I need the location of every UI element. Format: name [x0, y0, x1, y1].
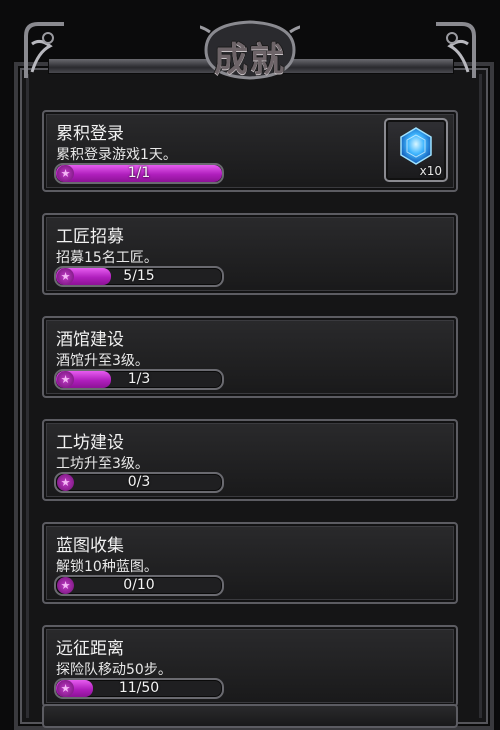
achievement-desc: 工坊升至3级。 [56, 456, 149, 472]
achievement-card-login[interactable]: 累积登录 累积登录游戏1天。 ★ 1/1 x10 [42, 110, 458, 192]
progress-text: 1/1 [127, 165, 151, 181]
progress-text: 1/3 [127, 371, 151, 387]
achievement-title: 工坊建设 [56, 433, 124, 453]
title-wrap: 成就 [200, 18, 300, 82]
achievement-title: 酒馆建设 [56, 330, 124, 350]
progress-bar: ★ 0/3 [54, 472, 224, 493]
achievement-title: 蓝图收集 [56, 536, 124, 556]
achievement-card-expedition[interactable]: 远征距离 探险队移动50步。 ★ 11/50 [42, 625, 458, 707]
achievement-title: 远征距离 [56, 639, 124, 659]
progress-bar: ★ 5/15 [54, 266, 224, 287]
achievement-card-recruit[interactable]: 工匠招募 招募15名工匠。 ★ 5/15 [42, 213, 458, 295]
progress-bar: ★ 1/1 [54, 163, 224, 184]
achievement-card-workshop[interactable]: 工坊建设 工坊升至3级。 ★ 0/3 [42, 419, 458, 501]
progress-bar: ★ 11/50 [54, 678, 224, 699]
progress-bar: ★ 1/3 [54, 369, 224, 390]
left-ornament-icon [24, 22, 64, 78]
progress-text: 0/10 [123, 577, 155, 593]
achievement-card-blueprint[interactable]: 蓝图收集 解锁10种蓝图。 ★ 0/10 [42, 522, 458, 604]
achievement-card-tavern[interactable]: 酒馆建设 酒馆升至3级。 ★ 1/3 [42, 316, 458, 398]
reward-qty: x10 [419, 164, 442, 178]
achievement-title: 工匠招募 [56, 227, 124, 247]
achievement-desc: 探险队移动50步。 [56, 662, 172, 678]
achievement-title: 累积登录 [56, 124, 124, 144]
achievement-desc: 解锁10种蓝图。 [56, 559, 158, 575]
progress-text: 0/3 [127, 474, 151, 490]
reward-slot[interactable]: x10 [384, 118, 448, 182]
header-ornament: 成就 [18, 0, 482, 92]
blue-crystal-icon [400, 127, 432, 165]
achievement-list[interactable]: 累积登录 累积登录游戏1天。 ★ 1/1 x10 工匠招募 招募15名工匠。 ★… [42, 110, 458, 728]
page-title: 成就 [214, 40, 286, 80]
achievement-card-partial[interactable] [42, 704, 458, 728]
progress-text: 5/15 [123, 268, 155, 284]
achievement-desc: 招募15名工匠。 [56, 250, 158, 266]
achievement-desc: 酒馆升至3级。 [56, 353, 149, 369]
achievement-desc: 累积登录游戏1天。 [56, 147, 177, 163]
progress-bar: ★ 0/10 [54, 575, 224, 596]
right-ornament-icon [436, 22, 476, 78]
progress-text: 11/50 [118, 680, 160, 696]
